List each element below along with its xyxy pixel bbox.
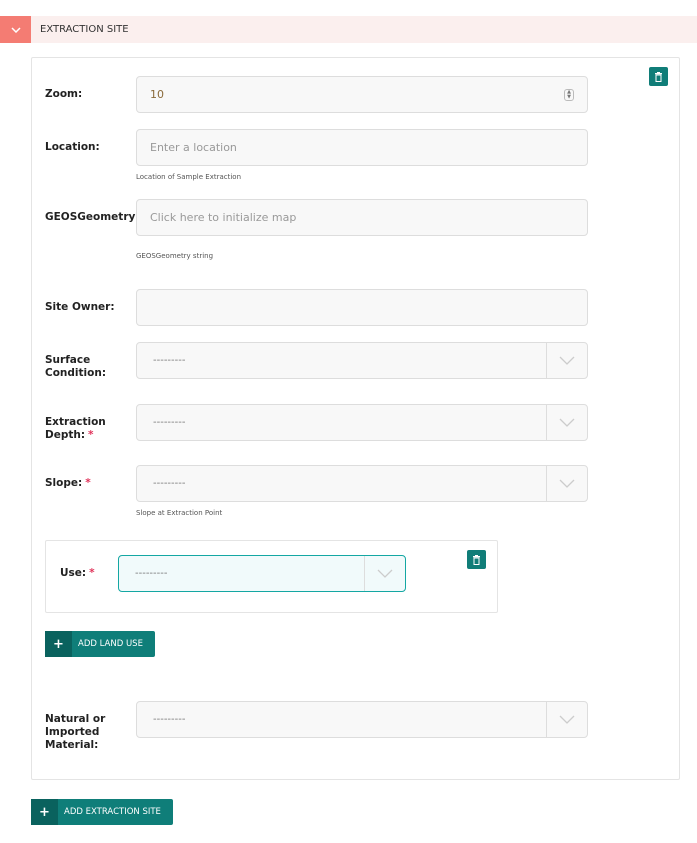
chevron-down-icon	[10, 26, 21, 33]
site-owner-label: Site Owner:	[45, 301, 115, 313]
delete-site-button[interactable]	[649, 67, 668, 86]
depth-select[interactable]: ---------	[136, 404, 588, 441]
site-owner-input[interactable]	[136, 289, 588, 326]
chevron-down-icon	[546, 466, 587, 501]
slope-help: Slope at Extraction Point	[136, 509, 223, 517]
trash-icon	[473, 554, 480, 565]
chevron-down-icon	[546, 405, 587, 440]
add-land-use-label: ADD LAND USE	[78, 639, 143, 649]
geos-help: GEOSGeometry string	[136, 252, 214, 260]
spinner-icon[interactable]: ▲ ▼	[564, 89, 574, 101]
use-select[interactable]: ---------	[118, 555, 406, 592]
section-title: EXTRACTION SITE	[40, 24, 129, 35]
surface-value: ---------	[153, 355, 186, 366]
natural-label: Natural or Imported Material:	[45, 713, 106, 751]
depth-value: ---------	[153, 417, 186, 428]
use-value: ---------	[135, 568, 168, 579]
plus-icon: +	[31, 799, 58, 825]
geos-label: GEOSGeometry:	[45, 211, 140, 223]
location-label: Location:	[45, 141, 100, 153]
plus-icon: +	[45, 631, 72, 657]
chevron-down-icon	[546, 702, 587, 737]
slope-select[interactable]: ---------	[136, 465, 588, 502]
surface-label: Surface Condition:	[45, 354, 107, 379]
geos-input[interactable]: Click here to initialize map	[136, 199, 588, 236]
trash-icon	[655, 71, 662, 82]
add-extraction-site-button[interactable]: + ADD EXTRACTION SITE	[31, 799, 173, 825]
natural-select[interactable]: ---------	[136, 701, 588, 738]
natural-value: ---------	[153, 714, 186, 725]
delete-land-use-button[interactable]	[467, 550, 486, 569]
geos-placeholder: Click here to initialize map	[150, 211, 297, 224]
depth-label: Extraction Depth: *	[45, 416, 106, 441]
collapse-toggle[interactable]	[0, 16, 31, 43]
slope-label: Slope: *	[45, 477, 91, 489]
add-extraction-site-label: ADD EXTRACTION SITE	[64, 807, 161, 817]
location-placeholder: Enter a location	[150, 141, 237, 154]
add-land-use-button[interactable]: + ADD LAND USE	[45, 631, 155, 657]
chevron-down-icon	[364, 556, 405, 591]
surface-select[interactable]: ---------	[136, 342, 588, 379]
chevron-down-icon	[546, 343, 587, 378]
zoom-value: 10	[150, 88, 164, 101]
location-input[interactable]: Enter a location	[136, 129, 588, 166]
zoom-input[interactable]: 10 ▲ ▼	[136, 76, 588, 113]
zoom-label: Zoom:	[45, 88, 83, 100]
location-help: Location of Sample Extraction	[136, 173, 242, 181]
slope-value: ---------	[153, 478, 186, 489]
